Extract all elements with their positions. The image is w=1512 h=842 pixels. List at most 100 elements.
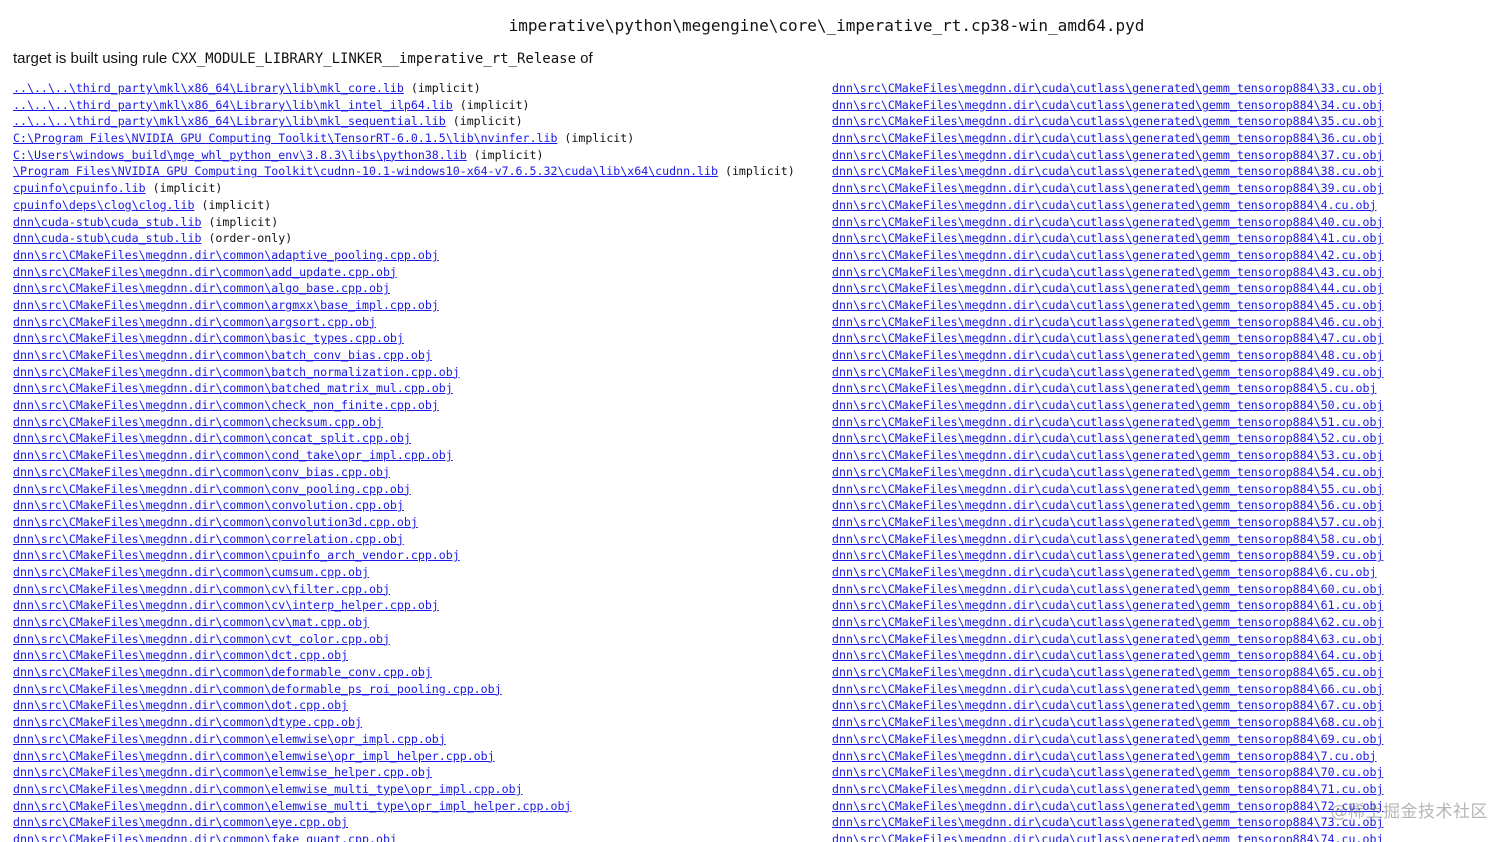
dependency-row: dnn\src\CMakeFiles\megdnn.dir\common\cpu… bbox=[13, 547, 795, 564]
dependency-link[interactable]: ..\..\..\third_party\mkl\x86_64\Library\… bbox=[13, 114, 446, 128]
dependency-link[interactable]: dnn\src\CMakeFiles\megdnn.dir\common\bas… bbox=[13, 331, 404, 345]
dependency-list-right: dnn\src\CMakeFiles\megdnn.dir\cuda\cutla… bbox=[832, 80, 1383, 842]
dependency-row: dnn\src\CMakeFiles\megdnn.dir\common\ele… bbox=[13, 781, 795, 798]
dependency-link[interactable]: dnn\src\CMakeFiles\megdnn.dir\common\dot… bbox=[13, 698, 348, 712]
dependency-link[interactable]: dnn\src\CMakeFiles\megdnn.dir\cuda\cutla… bbox=[832, 732, 1383, 746]
dependency-link[interactable]: dnn\src\CMakeFiles\megdnn.dir\cuda\cutla… bbox=[832, 215, 1383, 229]
dependency-link[interactable]: dnn\src\CMakeFiles\megdnn.dir\common\def… bbox=[13, 682, 502, 696]
dependency-link[interactable]: dnn\src\CMakeFiles\megdnn.dir\cuda\cutla… bbox=[832, 482, 1383, 496]
dependency-row: cpuinfo\cpuinfo.lib (implicit) bbox=[13, 180, 795, 197]
dependency-link[interactable]: dnn\src\CMakeFiles\megdnn.dir\common\dct… bbox=[13, 648, 348, 662]
dependency-row: dnn\src\CMakeFiles\megdnn.dir\common\def… bbox=[13, 664, 795, 681]
dependency-link[interactable]: dnn\src\CMakeFiles\megdnn.dir\cuda\cutla… bbox=[832, 498, 1383, 512]
dependency-link[interactable]: dnn\src\CMakeFiles\megdnn.dir\cuda\cutla… bbox=[832, 749, 1376, 763]
dependency-link[interactable]: dnn\src\CMakeFiles\megdnn.dir\cuda\cutla… bbox=[832, 181, 1383, 195]
dependency-link[interactable]: dnn\src\CMakeFiles\megdnn.dir\common\con… bbox=[13, 431, 411, 445]
dependency-link[interactable]: dnn\src\CMakeFiles\megdnn.dir\cuda\cutla… bbox=[832, 565, 1376, 579]
dependency-link[interactable]: dnn\src\CMakeFiles\megdnn.dir\cuda\cutla… bbox=[832, 515, 1383, 529]
dependency-link[interactable]: dnn\src\CMakeFiles\megdnn.dir\cuda\cutla… bbox=[832, 298, 1383, 312]
dependency-link[interactable]: dnn\src\CMakeFiles\megdnn.dir\cuda\cutla… bbox=[832, 448, 1383, 462]
dependency-link[interactable]: dnn\src\CMakeFiles\megdnn.dir\common\con… bbox=[13, 465, 390, 479]
dependency-link[interactable]: dnn\src\CMakeFiles\megdnn.dir\common\arg… bbox=[13, 315, 376, 329]
dependency-link[interactable]: dnn\src\CMakeFiles\megdnn.dir\cuda\cutla… bbox=[832, 164, 1383, 178]
dependency-link[interactable]: dnn\src\CMakeFiles\megdnn.dir\common\ada… bbox=[13, 248, 439, 262]
dependency-link[interactable]: dnn\src\CMakeFiles\megdnn.dir\common\arg… bbox=[13, 298, 439, 312]
dependency-link[interactable]: dnn\src\CMakeFiles\megdnn.dir\common\add… bbox=[13, 265, 397, 279]
dependency-link[interactable]: dnn\src\CMakeFiles\megdnn.dir\cuda\cutla… bbox=[832, 582, 1383, 596]
dependency-row: dnn\cuda-stub\cuda_stub.lib (order-only) bbox=[13, 230, 795, 247]
dependency-link[interactable]: dnn\src\CMakeFiles\megdnn.dir\cuda\cutla… bbox=[832, 615, 1383, 629]
dependency-link[interactable]: dnn\src\CMakeFiles\megdnn.dir\common\ele… bbox=[13, 799, 571, 813]
dependency-link[interactable]: dnn\src\CMakeFiles\megdnn.dir\common\cv\… bbox=[13, 582, 390, 596]
dependency-link[interactable]: dnn\src\CMakeFiles\megdnn.dir\common\fak… bbox=[13, 832, 397, 842]
dependency-link[interactable]: dnn\src\CMakeFiles\megdnn.dir\common\ele… bbox=[13, 782, 523, 796]
dependency-link[interactable]: dnn\src\CMakeFiles\megdnn.dir\cuda\cutla… bbox=[832, 131, 1383, 145]
dependency-link[interactable]: dnn\src\CMakeFiles\megdnn.dir\common\ele… bbox=[13, 732, 446, 746]
dependency-link[interactable]: dnn\src\CMakeFiles\megdnn.dir\cuda\cutla… bbox=[832, 248, 1383, 262]
dependency-link[interactable]: dnn\src\CMakeFiles\megdnn.dir\common\cv\… bbox=[13, 615, 369, 629]
dependency-link[interactable]: C:\Users\windows_build\mge_whl_python_en… bbox=[13, 148, 467, 162]
dependency-link[interactable]: dnn\src\CMakeFiles\megdnn.dir\cuda\cutla… bbox=[832, 782, 1383, 796]
dependency-link[interactable]: dnn\src\CMakeFiles\megdnn.dir\cuda\cutla… bbox=[832, 381, 1376, 395]
dependency-link[interactable]: cpuinfo\deps\clog\clog.lib bbox=[13, 198, 194, 212]
dependency-link[interactable]: dnn\src\CMakeFiles\megdnn.dir\cuda\cutla… bbox=[832, 231, 1383, 245]
dependency-link[interactable]: dnn\src\CMakeFiles\megdnn.dir\common\eye… bbox=[13, 815, 348, 829]
dependency-link[interactable]: dnn\src\CMakeFiles\megdnn.dir\common\cvt… bbox=[13, 632, 390, 646]
dependency-link[interactable]: dnn\cuda-stub\cuda_stub.lib bbox=[13, 215, 201, 229]
dependency-link[interactable]: dnn\src\CMakeFiles\megdnn.dir\cuda\cutla… bbox=[832, 198, 1376, 212]
dependency-link[interactable]: dnn\src\CMakeFiles\megdnn.dir\common\def… bbox=[13, 665, 432, 679]
dependency-link[interactable]: dnn\src\CMakeFiles\megdnn.dir\cuda\cutla… bbox=[832, 715, 1383, 729]
dependency-link[interactable]: \Program Files\NVIDIA GPU Computing Tool… bbox=[13, 164, 718, 178]
dependency-link[interactable]: dnn\src\CMakeFiles\megdnn.dir\common\bat… bbox=[13, 348, 432, 362]
dependency-link[interactable]: dnn\src\CMakeFiles\megdnn.dir\cuda\cutla… bbox=[832, 682, 1383, 696]
dependency-link[interactable]: dnn\src\CMakeFiles\megdnn.dir\cuda\cutla… bbox=[832, 799, 1383, 813]
dependency-link[interactable]: dnn\src\CMakeFiles\megdnn.dir\common\cor… bbox=[13, 532, 404, 546]
dependency-row: dnn\src\CMakeFiles\megdnn.dir\common\che… bbox=[13, 414, 795, 431]
dependency-link[interactable]: dnn\src\CMakeFiles\megdnn.dir\common\con… bbox=[13, 448, 453, 462]
dependency-link[interactable]: dnn\src\CMakeFiles\megdnn.dir\cuda\cutla… bbox=[832, 265, 1383, 279]
dependency-link[interactable]: dnn\src\CMakeFiles\megdnn.dir\common\con… bbox=[13, 498, 404, 512]
dependency-link[interactable]: dnn\src\CMakeFiles\megdnn.dir\cuda\cutla… bbox=[832, 465, 1383, 479]
dependency-link[interactable]: dnn\src\CMakeFiles\megdnn.dir\cuda\cutla… bbox=[832, 148, 1383, 162]
dependency-link[interactable]: dnn\src\CMakeFiles\megdnn.dir\cuda\cutla… bbox=[832, 81, 1383, 95]
dependency-link[interactable]: dnn\src\CMakeFiles\megdnn.dir\common\alg… bbox=[13, 281, 390, 295]
dependency-link[interactable]: ..\..\..\third_party\mkl\x86_64\Library\… bbox=[13, 81, 404, 95]
dependency-link[interactable]: dnn\src\CMakeFiles\megdnn.dir\common\ele… bbox=[13, 765, 432, 779]
dependency-link[interactable]: dnn\src\CMakeFiles\megdnn.dir\cuda\cutla… bbox=[832, 832, 1383, 842]
dependency-link[interactable]: dnn\src\CMakeFiles\megdnn.dir\common\ele… bbox=[13, 749, 495, 763]
dependency-link[interactable]: dnn\src\CMakeFiles\megdnn.dir\cuda\cutla… bbox=[832, 281, 1383, 295]
dependency-link[interactable]: dnn\src\CMakeFiles\megdnn.dir\cuda\cutla… bbox=[832, 632, 1383, 646]
dependency-link[interactable]: dnn\src\CMakeFiles\megdnn.dir\cuda\cutla… bbox=[832, 398, 1383, 412]
dependency-link[interactable]: dnn\src\CMakeFiles\megdnn.dir\cuda\cutla… bbox=[832, 815, 1383, 829]
dependency-link[interactable]: dnn\src\CMakeFiles\megdnn.dir\common\bat… bbox=[13, 381, 453, 395]
dependency-link[interactable]: dnn\src\CMakeFiles\megdnn.dir\common\che… bbox=[13, 415, 383, 429]
dependency-link[interactable]: dnn\src\CMakeFiles\megdnn.dir\common\bat… bbox=[13, 365, 460, 379]
dependency-link[interactable]: dnn\src\CMakeFiles\megdnn.dir\common\con… bbox=[13, 482, 411, 496]
dependency-link[interactable]: dnn\src\CMakeFiles\megdnn.dir\cuda\cutla… bbox=[832, 665, 1383, 679]
dependency-link[interactable]: dnn\src\CMakeFiles\megdnn.dir\cuda\cutla… bbox=[832, 698, 1383, 712]
dependency-link[interactable]: dnn\src\CMakeFiles\megdnn.dir\common\cum… bbox=[13, 565, 369, 579]
dependency-link[interactable]: dnn\src\CMakeFiles\megdnn.dir\cuda\cutla… bbox=[832, 415, 1383, 429]
dependency-row: dnn\src\CMakeFiles\megdnn.dir\cuda\cutla… bbox=[832, 714, 1383, 731]
dependency-link[interactable]: dnn\cuda-stub\cuda_stub.lib bbox=[13, 231, 201, 245]
dependency-link[interactable]: dnn\src\CMakeFiles\megdnn.dir\cuda\cutla… bbox=[832, 98, 1383, 112]
dependency-link[interactable]: dnn\src\CMakeFiles\megdnn.dir\cuda\cutla… bbox=[832, 598, 1383, 612]
dependency-link[interactable]: dnn\src\CMakeFiles\megdnn.dir\cuda\cutla… bbox=[832, 765, 1383, 779]
dependency-link[interactable]: ..\..\..\third_party\mkl\x86_64\Library\… bbox=[13, 98, 453, 112]
dependency-link[interactable]: dnn\src\CMakeFiles\megdnn.dir\cuda\cutla… bbox=[832, 532, 1383, 546]
dependency-link[interactable]: dnn\src\CMakeFiles\megdnn.dir\common\cpu… bbox=[13, 548, 460, 562]
dependency-link[interactable]: dnn\src\CMakeFiles\megdnn.dir\common\con… bbox=[13, 515, 418, 529]
dependency-link[interactable]: dnn\src\CMakeFiles\megdnn.dir\common\che… bbox=[13, 398, 439, 412]
dependency-link[interactable]: dnn\src\CMakeFiles\megdnn.dir\cuda\cutla… bbox=[832, 548, 1383, 562]
dependency-link[interactable]: dnn\src\CMakeFiles\megdnn.dir\cuda\cutla… bbox=[832, 365, 1383, 379]
dependency-link[interactable]: C:\Program Files\NVIDIA GPU Computing To… bbox=[13, 131, 557, 145]
dependency-link[interactable]: dnn\src\CMakeFiles\megdnn.dir\cuda\cutla… bbox=[832, 431, 1383, 445]
dependency-link[interactable]: cpuinfo\cpuinfo.lib bbox=[13, 181, 146, 195]
dependency-link[interactable]: dnn\src\CMakeFiles\megdnn.dir\cuda\cutla… bbox=[832, 315, 1383, 329]
dependency-link[interactable]: dnn\src\CMakeFiles\megdnn.dir\common\dty… bbox=[13, 715, 362, 729]
dependency-link[interactable]: dnn\src\CMakeFiles\megdnn.dir\cuda\cutla… bbox=[832, 114, 1383, 128]
dependency-link[interactable]: dnn\src\CMakeFiles\megdnn.dir\cuda\cutla… bbox=[832, 331, 1383, 345]
dependency-link[interactable]: dnn\src\CMakeFiles\megdnn.dir\common\cv\… bbox=[13, 598, 439, 612]
dependency-link[interactable]: dnn\src\CMakeFiles\megdnn.dir\cuda\cutla… bbox=[832, 348, 1383, 362]
dependency-link[interactable]: dnn\src\CMakeFiles\megdnn.dir\cuda\cutla… bbox=[832, 648, 1383, 662]
